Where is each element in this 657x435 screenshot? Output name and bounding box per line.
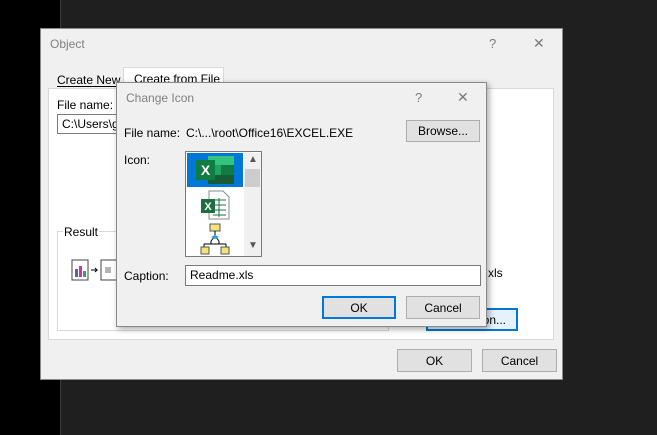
- excel-sheet-icon: X: [201, 190, 230, 220]
- change-icon-cancel-button[interactable]: Cancel: [406, 296, 480, 319]
- icon-list[interactable]: X X ▲ ▼: [185, 151, 262, 257]
- excel-app-icon: X: [196, 156, 234, 184]
- icon-option-excel-sheet[interactable]: X: [187, 189, 243, 221]
- file-name-label: File name:: [57, 98, 114, 112]
- browse-button[interactable]: Browse...: [406, 120, 480, 142]
- result-label: Result: [63, 225, 100, 239]
- object-dialog-title: Object: [50, 37, 85, 51]
- change-icon-help-button[interactable]: ?: [415, 90, 422, 105]
- svg-text:X: X: [204, 201, 212, 213]
- change-icon-ok-button[interactable]: OK: [322, 296, 396, 319]
- org-chart-icon: [200, 223, 230, 255]
- change-icon-dialog: Change Icon ? ✕ File name: C:\...\root\O…: [116, 82, 487, 327]
- tab-create-new[interactable]: Create New: [57, 73, 120, 87]
- change-icon-close-button[interactable]: ✕: [457, 89, 469, 106]
- icon-label: Icon:: [124, 153, 151, 167]
- svg-text:X: X: [201, 162, 211, 178]
- caption-input[interactable]: Readme.xls: [185, 265, 481, 286]
- scroll-up-arrow-icon[interactable]: ▲: [248, 154, 258, 165]
- icon-option-excel-app[interactable]: X: [187, 153, 243, 187]
- object-close-button[interactable]: ✕: [533, 35, 545, 52]
- result-icon: [71, 258, 121, 287]
- scrollbar-thumb[interactable]: [245, 169, 260, 187]
- icon-list-scrollbar[interactable]: ▲ ▼: [244, 153, 261, 256]
- object-cancel-button[interactable]: Cancel: [482, 349, 557, 372]
- scroll-down-arrow-icon[interactable]: ▼: [248, 240, 258, 251]
- change-icon-file-name-label: File name:: [124, 126, 181, 140]
- icon-option-org-chart[interactable]: [187, 222, 243, 256]
- change-icon-title: Change Icon: [126, 91, 195, 105]
- partial-text-2: xls: [488, 266, 503, 280]
- object-help-button[interactable]: ?: [489, 36, 496, 51]
- change-icon-file-name-value: C:\...\root\Office16\EXCEL.EXE: [186, 126, 354, 140]
- object-ok-button[interactable]: OK: [397, 349, 472, 372]
- caption-label: Caption:: [124, 269, 169, 283]
